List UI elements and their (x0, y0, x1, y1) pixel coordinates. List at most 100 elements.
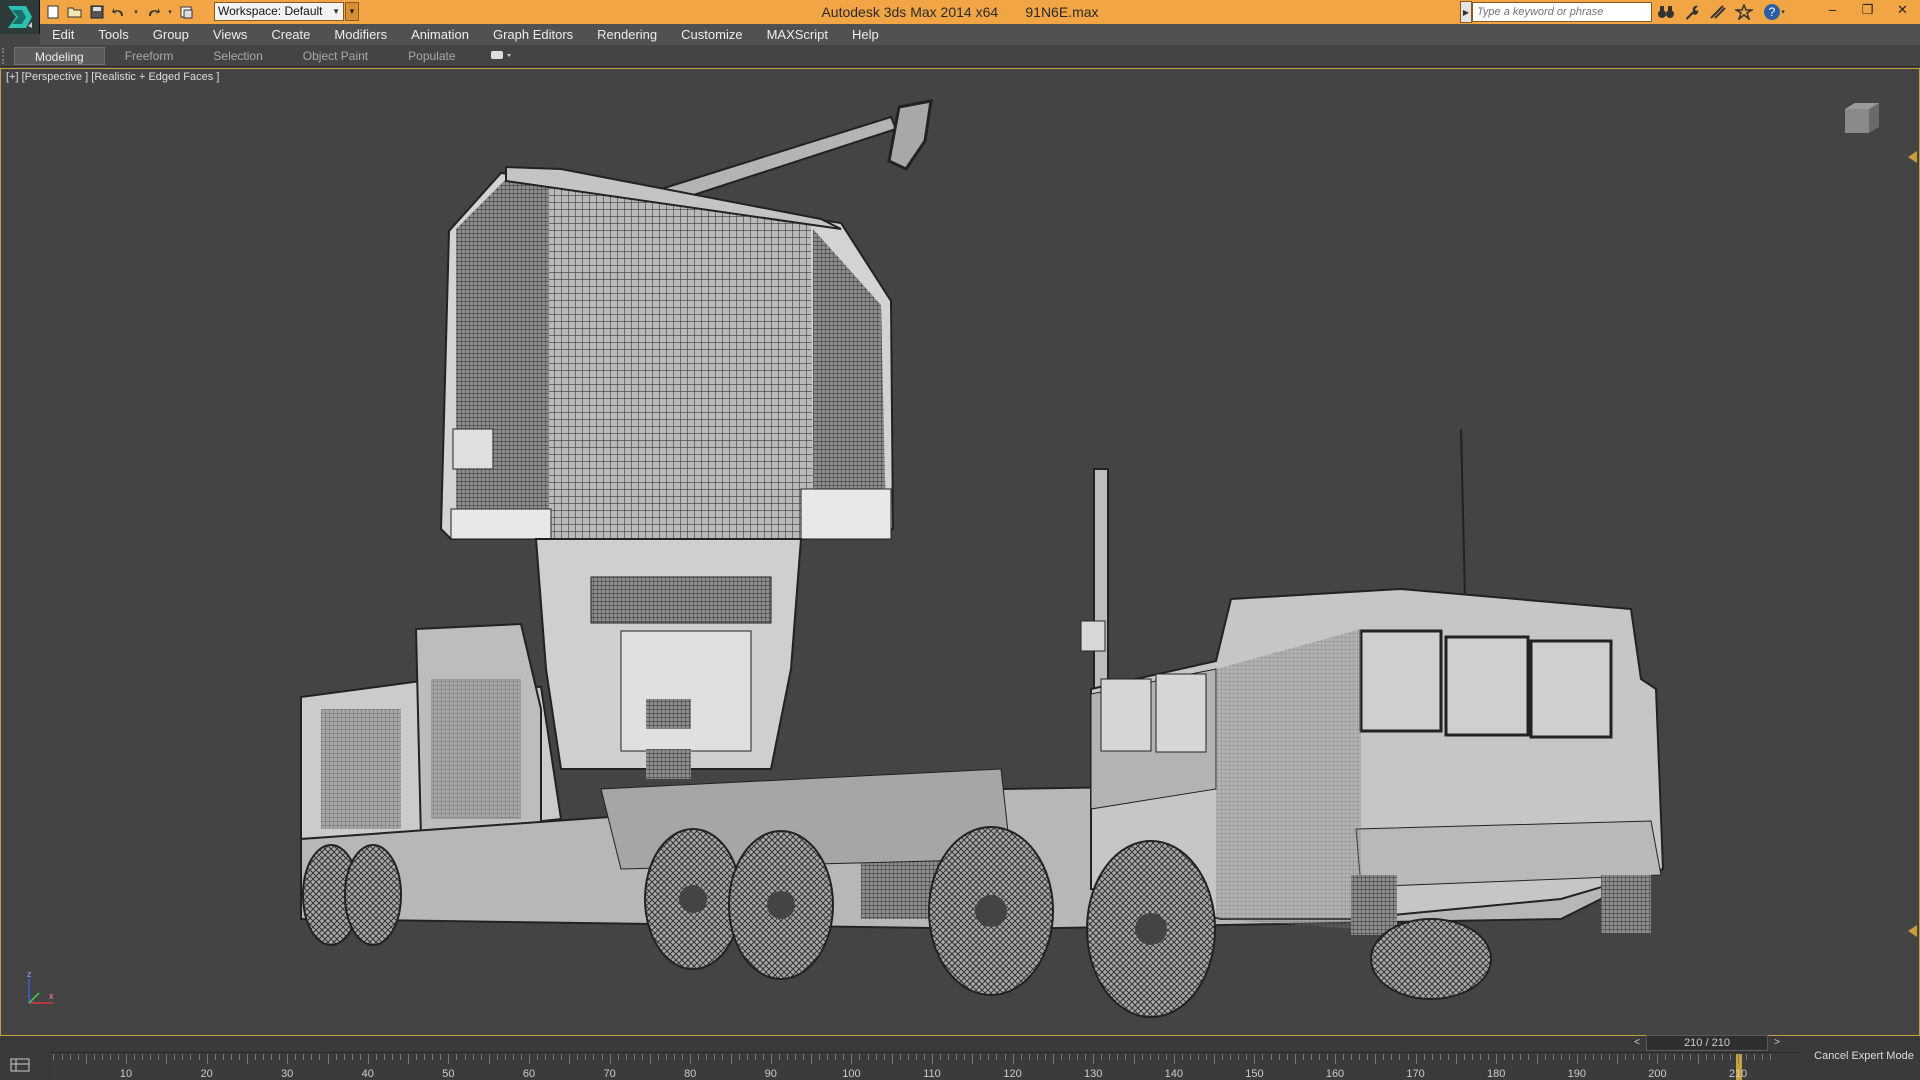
new-file-icon[interactable] (44, 3, 62, 21)
rear-equipment-module (300, 622, 563, 841)
save-icon[interactable] (88, 3, 106, 21)
search-expand-button[interactable]: ▶ (1460, 1, 1472, 23)
timeline-tick (722, 1054, 724, 1060)
project-folder-icon[interactable] (178, 3, 196, 21)
minimize-button[interactable]: – (1815, 0, 1850, 22)
tab-populate[interactable]: Populate (388, 47, 475, 65)
trackbar-icon[interactable] (8, 1055, 34, 1075)
timeline-tick-label: 20 (200, 1068, 213, 1080)
binoculars-icon[interactable] (1656, 2, 1676, 22)
timeline-tick (803, 1054, 805, 1060)
subscription-icon[interactable] (1708, 2, 1728, 22)
timeline-tick (569, 1054, 571, 1064)
ribbon-toggle-icon (491, 51, 511, 59)
menu-group[interactable]: Group (141, 24, 201, 45)
world-axis-gizmo: z x (27, 969, 54, 1004)
timeline-tick (214, 1054, 216, 1060)
timeline-tick (432, 1054, 434, 1060)
timeline-tick (988, 1054, 990, 1060)
timeline-tick (1238, 1054, 1240, 1060)
timeline-tick (238, 1054, 240, 1060)
time-slider-next[interactable]: > (1770, 1035, 1784, 1051)
timeline-tick (77, 1054, 79, 1060)
timeline-tick (1286, 1054, 1288, 1060)
timeline-tick (1197, 1054, 1199, 1060)
timeline-tick (1044, 1054, 1046, 1060)
cancel-expert-mode-button[interactable]: Cancel Expert Mode (1808, 1046, 1920, 1066)
timeline-tick-label: 130 (1084, 1068, 1103, 1080)
timeline-tick (1512, 1054, 1514, 1060)
timeline-tick (1133, 1054, 1135, 1064)
timeline-tick (1576, 1054, 1578, 1064)
window-controls: – ❐ ✕ (1815, 0, 1920, 24)
wrench-icon[interactable] (1682, 2, 1702, 22)
svg-text:?: ? (1769, 5, 1776, 19)
menu-help[interactable]: Help (840, 24, 891, 45)
timeline-tick (150, 1054, 152, 1060)
timeline-tick (980, 1054, 982, 1060)
undo-icon[interactable] (110, 3, 128, 21)
redo-dropdown-icon[interactable]: ▾ (166, 3, 174, 21)
redo-icon[interactable] (144, 3, 162, 21)
perspective-viewport[interactable]: [+] [Perspective ] [Realistic + Edged Fa… (0, 68, 1920, 1036)
timeline-tick (1705, 1054, 1707, 1060)
timeline-tick (480, 1054, 482, 1060)
timeline-tick-label: 150 (1245, 1068, 1264, 1080)
timeline-tick (851, 1054, 853, 1064)
timeline-tick (1173, 1054, 1175, 1064)
timeline-tick (964, 1054, 966, 1060)
ribbon-grip-handle[interactable] (2, 48, 8, 64)
timeline-tick (875, 1054, 877, 1060)
star-icon[interactable] (1734, 2, 1754, 22)
tab-selection[interactable]: Selection (193, 47, 282, 65)
menu-modifiers[interactable]: Modifiers (322, 24, 399, 45)
timeline-tick (1568, 1054, 1570, 1060)
workspace-dropdown[interactable]: Workspace: Default ▼ (214, 2, 344, 21)
menu-graph-editors[interactable]: Graph Editors (481, 24, 585, 45)
timeline-tick (714, 1054, 716, 1060)
timeline-tick (254, 1054, 256, 1060)
timeline-tick (827, 1054, 829, 1060)
chevron-down-icon: ▼ (348, 7, 356, 16)
time-slider[interactable]: 210 / 210 (1646, 1035, 1768, 1051)
qat-customize-button[interactable]: ▼ (345, 2, 359, 21)
undo-dropdown-icon[interactable]: ▾ (132, 3, 140, 21)
timeline-tick (617, 1054, 619, 1060)
menu-maxscript[interactable]: MAXScript (755, 24, 840, 45)
timeline-tick (1625, 1054, 1627, 1060)
menu-create[interactable]: Create (259, 24, 322, 45)
radar-truck-model[interactable] (1, 69, 1919, 1035)
timeline-tick-label: 30 (281, 1068, 294, 1080)
menu-animation[interactable]: Animation (399, 24, 481, 45)
application-button[interactable] (0, 0, 40, 34)
menu-views[interactable]: Views (201, 24, 259, 45)
timeline-tick (891, 1054, 893, 1064)
ribbon-options-button[interactable] (490, 48, 514, 62)
menu-tools[interactable]: Tools (86, 24, 140, 45)
tab-freeform[interactable]: Freeform (105, 47, 194, 65)
tab-modeling[interactable]: Modeling (14, 47, 105, 65)
open-file-icon[interactable] (66, 3, 84, 21)
timeline-tick (819, 1054, 821, 1060)
timeline-tick (1649, 1054, 1651, 1060)
timeline-tick (343, 1054, 345, 1060)
timeline-tick-label: 120 (1003, 1068, 1022, 1080)
help-icon[interactable]: ? ▾ (1760, 2, 1788, 22)
timeline-tick (537, 1054, 539, 1060)
timeline-tick (923, 1054, 925, 1060)
tab-object-paint[interactable]: Object Paint (283, 47, 388, 65)
timeline-tick-label: 60 (522, 1068, 536, 1080)
timeline-tick (859, 1054, 861, 1060)
restore-button[interactable]: ❐ (1850, 0, 1885, 22)
menu-rendering[interactable]: Rendering (585, 24, 669, 45)
menu-customize[interactable]: Customize (669, 24, 754, 45)
close-button[interactable]: ✕ (1885, 0, 1920, 22)
menu-edit[interactable]: Edit (40, 24, 86, 45)
search-input[interactable] (1472, 2, 1652, 22)
timeline-tick (1770, 1054, 1772, 1060)
edge-marker-icon (1908, 925, 1917, 937)
timeline-tick (230, 1054, 232, 1060)
time-slider-prev[interactable]: < (1630, 1035, 1644, 1051)
timeline-tick (359, 1054, 361, 1060)
timeline-tick (375, 1054, 377, 1060)
